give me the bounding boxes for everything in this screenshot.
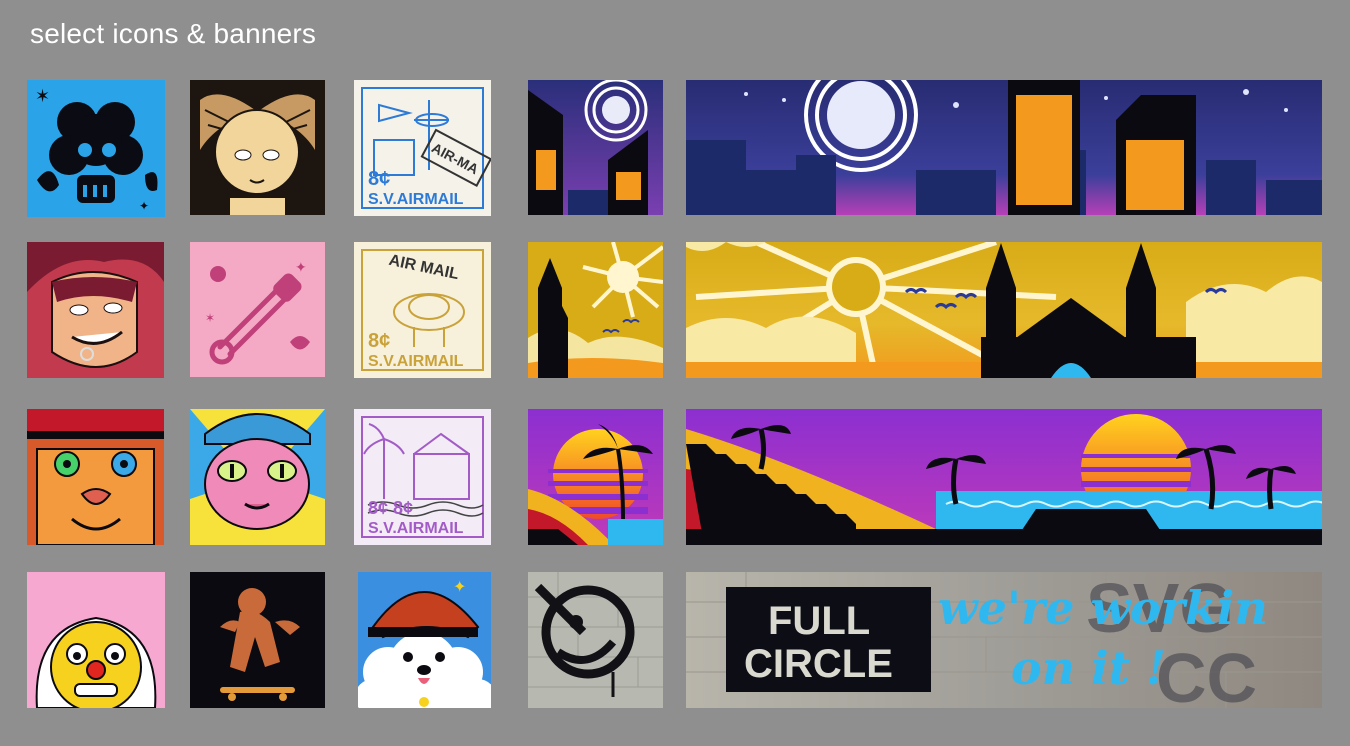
stamp-value: 8¢: [368, 330, 390, 352]
icon-dog-helmet[interactable]: ✦: [358, 572, 491, 708]
svg-text:✦: ✦: [139, 199, 149, 213]
icon-skateboarding-bear[interactable]: [190, 572, 325, 708]
icon-cat-red-beanie[interactable]: [27, 409, 164, 545]
icon-flower-skull[interactable]: ✶ ✦: [27, 80, 165, 217]
page-title: select icons & banners: [30, 18, 317, 49]
banner-graffiti-line1: we're workin: [938, 581, 1268, 635]
banner-night-city-wide[interactable]: [686, 80, 1322, 215]
banner-gold-cathedral-wide[interactable]: [686, 242, 1322, 378]
stamp-label: S.V.AIRMAIL: [368, 353, 464, 370]
banner-synth-sunset-wide[interactable]: [686, 409, 1322, 545]
icon-safety-pin-pink[interactable]: ✦ ✶: [190, 242, 325, 377]
svg-text:✶: ✶: [205, 311, 215, 325]
icon-stamp-airmail-purple[interactable]: 8¢ 8¢ S.V.AIRMAIL: [354, 409, 491, 545]
stamp-value: 8¢: [368, 168, 390, 190]
icon-stamp-airmail-gold[interactable]: AIR MAIL 8¢ S.V.AIRMAIL: [354, 242, 491, 378]
svg-text:✦: ✦: [453, 579, 466, 596]
banner-graffiti-smiley-square[interactable]: [528, 572, 663, 708]
icon-winged-baby[interactable]: [190, 80, 325, 215]
icon-red-hair-girl[interactable]: [27, 242, 164, 378]
banner-gold-cathedral-square[interactable]: [528, 242, 663, 378]
icon-pink-sphynx-cat[interactable]: [190, 409, 325, 545]
banner-sign-line1: FULL: [768, 599, 870, 643]
icon-stamp-airmail-blue[interactable]: 8¢ S.V.AIRMAIL AIR-MA: [354, 80, 491, 216]
banner-graffiti-line2: on it !: [1011, 641, 1166, 695]
banner-full-circle-wide[interactable]: SVG CC FULL CIRCLE we're workin on it !: [686, 572, 1322, 708]
svg-text:✦: ✦: [295, 259, 307, 275]
stamp-label: S.V.AIRMAIL: [368, 191, 464, 208]
svg-text:✶: ✶: [35, 86, 50, 106]
icon-clown-sun[interactable]: [27, 572, 165, 708]
banner-sign-line2: CIRCLE: [744, 642, 893, 686]
banner-synth-sunset-square[interactable]: [528, 409, 663, 545]
banner-night-city-square[interactable]: [528, 80, 663, 215]
stamp-label: S.V.AIRMAIL: [368, 520, 464, 537]
svg-text:CC: CC: [1156, 639, 1257, 708]
stamp-value: 8¢ 8¢: [368, 498, 413, 518]
